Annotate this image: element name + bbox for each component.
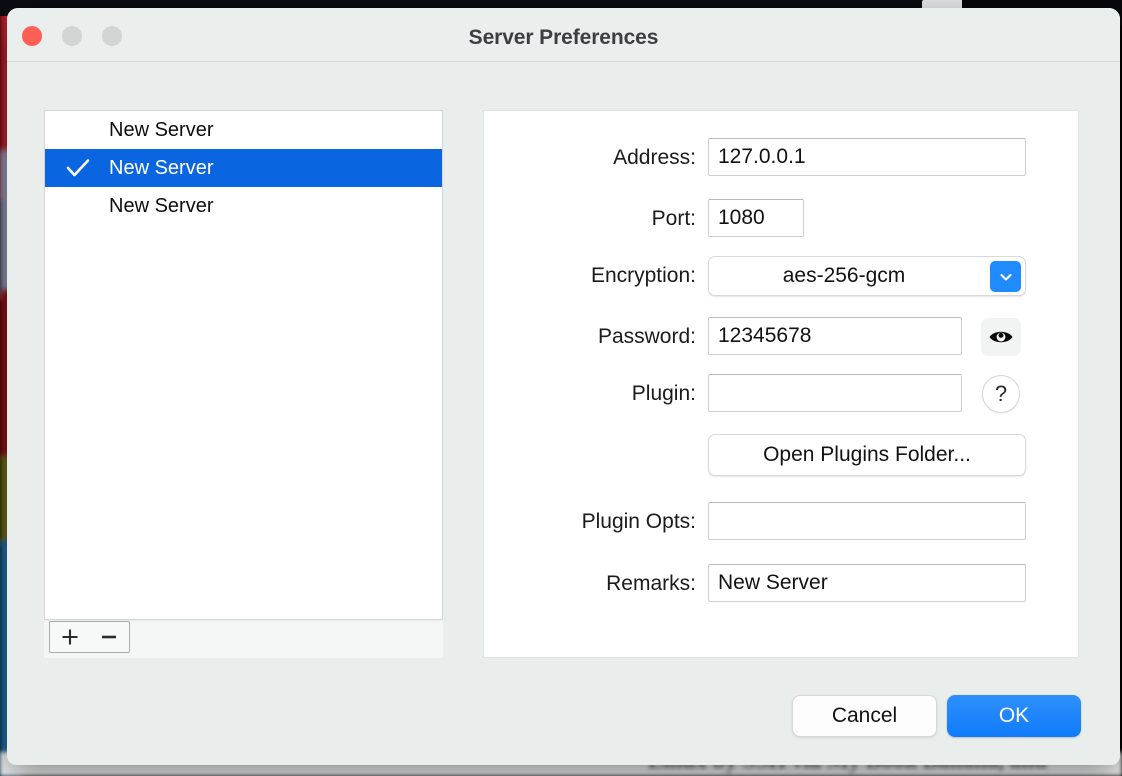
encryption-label: Encryption: [496, 256, 696, 296]
plugin-input[interactable] [708, 374, 962, 412]
remarks-row: Remarks: New Server [484, 564, 1080, 604]
server-list[interactable]: New Server New Server New Server [44, 110, 443, 620]
address-label: Address: [496, 138, 696, 178]
port-input[interactable]: 1080 [708, 199, 804, 237]
port-label: Port: [496, 199, 696, 239]
server-list-panel: New Server New Server New Server [44, 110, 443, 658]
open-plugins-folder-row: Open Plugins Folder... [484, 434, 1080, 474]
open-plugins-folder-button[interactable]: Open Plugins Folder... [708, 434, 1026, 476]
encryption-value: aes-256-gcm [709, 257, 979, 295]
ok-button[interactable]: OK [947, 695, 1081, 737]
cancel-button[interactable]: Cancel [792, 695, 937, 737]
remarks-label: Remarks: [496, 564, 696, 604]
plugin-label: Plugin: [496, 374, 696, 414]
server-list-toolbar [44, 621, 443, 658]
sheet-body: New Server New Server New Server [7, 62, 1120, 765]
list-item[interactable]: New Server [45, 187, 442, 225]
list-item[interactable]: New Server [45, 149, 442, 187]
plugin-help-button[interactable]: ? [982, 375, 1020, 413]
list-item-label: New Server [109, 195, 213, 217]
minus-icon [99, 627, 119, 647]
plugin-opts-input[interactable] [708, 502, 1026, 540]
checkmark-icon-placeholder [65, 187, 91, 225]
title-bar: Server Preferences [7, 8, 1120, 62]
reveal-password-button[interactable] [981, 318, 1021, 356]
add-server-button[interactable] [49, 621, 90, 653]
remove-server-button[interactable] [89, 621, 130, 653]
checkmark-icon [65, 149, 91, 187]
address-row: Address: 127.0.0.1 [484, 138, 1080, 178]
server-preferences-window: Server Preferences New Server New Server [7, 8, 1120, 765]
plugin-row: Plugin: ? [484, 374, 1080, 414]
plugin-opts-row: Plugin Opts: [484, 502, 1080, 542]
address-input[interactable]: 127.0.0.1 [708, 138, 1026, 176]
plus-icon [60, 627, 80, 647]
page-title: Server Preferences [7, 26, 1120, 50]
port-row: Port: 1080 [484, 199, 1080, 239]
checkmark-icon-placeholder [65, 111, 91, 149]
remarks-input[interactable]: New Server [708, 564, 1026, 602]
password-row: Password: 12345678 [484, 317, 1080, 357]
password-input[interactable]: 12345678 [708, 317, 962, 355]
chevron-down-icon[interactable] [990, 261, 1021, 292]
password-label: Password: [496, 317, 696, 357]
encryption-select[interactable]: aes-256-gcm [708, 256, 1026, 296]
plugin-opts-label: Plugin Opts: [496, 502, 696, 542]
encryption-row: Encryption: aes-256-gcm [484, 256, 1080, 296]
eye-icon [988, 328, 1014, 346]
server-detail-panel: Address: 127.0.0.1 Port: 1080 Encryption… [483, 110, 1079, 658]
list-item[interactable]: New Server [45, 111, 442, 149]
list-item-label: New Server [109, 157, 213, 179]
list-item-label: New Server [109, 119, 213, 141]
